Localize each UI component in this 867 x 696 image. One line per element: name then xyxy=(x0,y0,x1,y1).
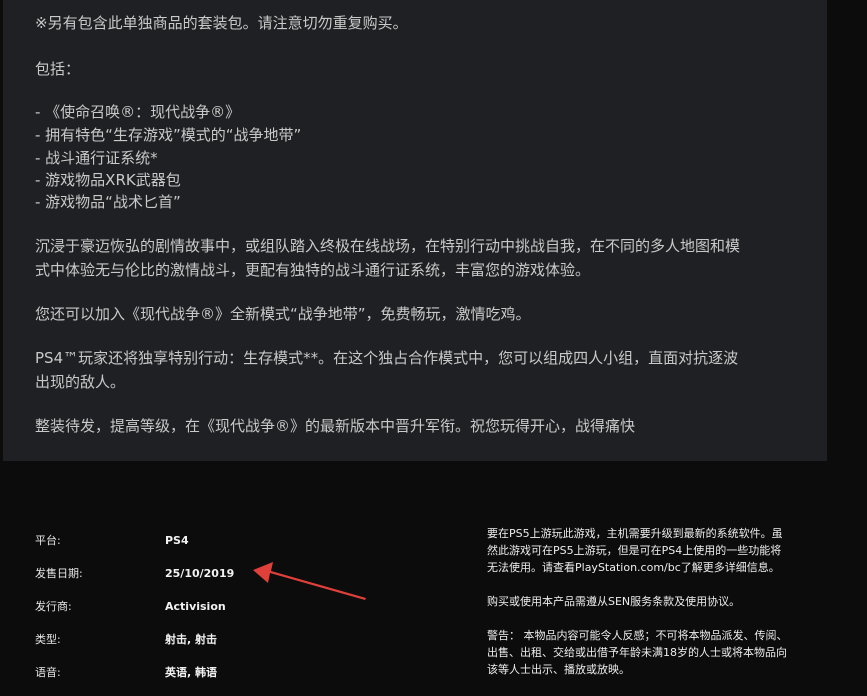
includes-item: - 游戏物品“战术匕首” xyxy=(35,193,181,211)
description-paragraph-line: 沉浸于豪迈恢弘的剧情故事中，或组队踏入终极在线战场，在特别行动中挑战自我，在不同… xyxy=(35,237,741,255)
age-warning: 该等人士出示、播放或放映。 xyxy=(487,663,630,676)
publisher-label: 发行商: xyxy=(35,600,72,613)
description-paragraph-line: 您还可以加入《现代战争®》全新模式“战争地带”，免费畅玩，激情吃鸡。 xyxy=(35,305,531,323)
genre-label: 类型: xyxy=(35,633,61,646)
age-warning: 出售、出租、交给或出借予年龄未满18岁的人士或将本物品向 xyxy=(487,646,787,659)
includes-item: - 拥有特色“生存游戏”模式的“战争地带” xyxy=(35,126,302,144)
description-panel: ※另有包含此单独商品的套装包。请注意切勿重复购买。 包括： - 《使命召唤®：现… xyxy=(3,0,827,461)
language-label: 语音: xyxy=(35,666,61,679)
genre-value: 射击, 射击 xyxy=(165,633,218,646)
description-paragraph-line: 出现的敌人。 xyxy=(35,373,126,391)
bundle-note: ※另有包含此单独商品的套装包。请注意切勿重复购买。 xyxy=(35,14,408,32)
description-paragraph-line: 式中体验无与伦比的激情战斗，更配有独特的战斗通行证系统，丰富您的游戏体验。 xyxy=(35,261,591,279)
ps5-compat-note: 然此游戏可在PS5上游玩，但是可在PS4上使用的一些功能将 xyxy=(487,544,782,557)
release-date-value: 25/10/2019 xyxy=(165,567,235,580)
annotation-arrow-shape xyxy=(253,562,366,600)
platform-label: 平台: xyxy=(35,534,61,547)
terms-note: 购买或使用本产品需遵从SEN服务条款及使用协议。 xyxy=(487,595,741,608)
includes-item: - 《使命召唤®：现代战争®》 xyxy=(35,103,241,121)
release-date-label: 发售日期: xyxy=(35,567,83,580)
publisher-value: Activision xyxy=(165,600,226,613)
includes-heading: 包括： xyxy=(35,60,81,78)
ps5-compat-note: 无法使用。请查看PlayStation.com/bc了解更多详细信息。 xyxy=(487,561,780,574)
age-warning: 警告： 本物品内容可能令人反感；不可将本物品派发、传阅、 xyxy=(487,629,788,642)
includes-item: - 战斗通行证系统* xyxy=(35,149,158,167)
platform-value: PS4 xyxy=(165,534,189,547)
description-paragraph-line: 整装待发，提高等级，在《现代战争®》的最新版本中晋升军衔。祝您玩得开心，战得痛快 xyxy=(35,417,636,435)
includes-item: - 游戏物品XRK武器包 xyxy=(35,171,181,189)
language-value: 英语, 韩语 xyxy=(165,666,218,679)
product-page: ※另有包含此单独商品的套装包。请注意切勿重复购买。 包括： - 《使命召唤®：现… xyxy=(0,0,867,696)
description-paragraph-line: PS4™玩家还将独享特别行动：生存模式**。在这个独占合作模式中，您可以组成四人… xyxy=(35,349,739,367)
ps5-compat-note: 要在PS5上游玩此游戏，主机需要升级到最新的系统软件。虽 xyxy=(487,527,783,540)
